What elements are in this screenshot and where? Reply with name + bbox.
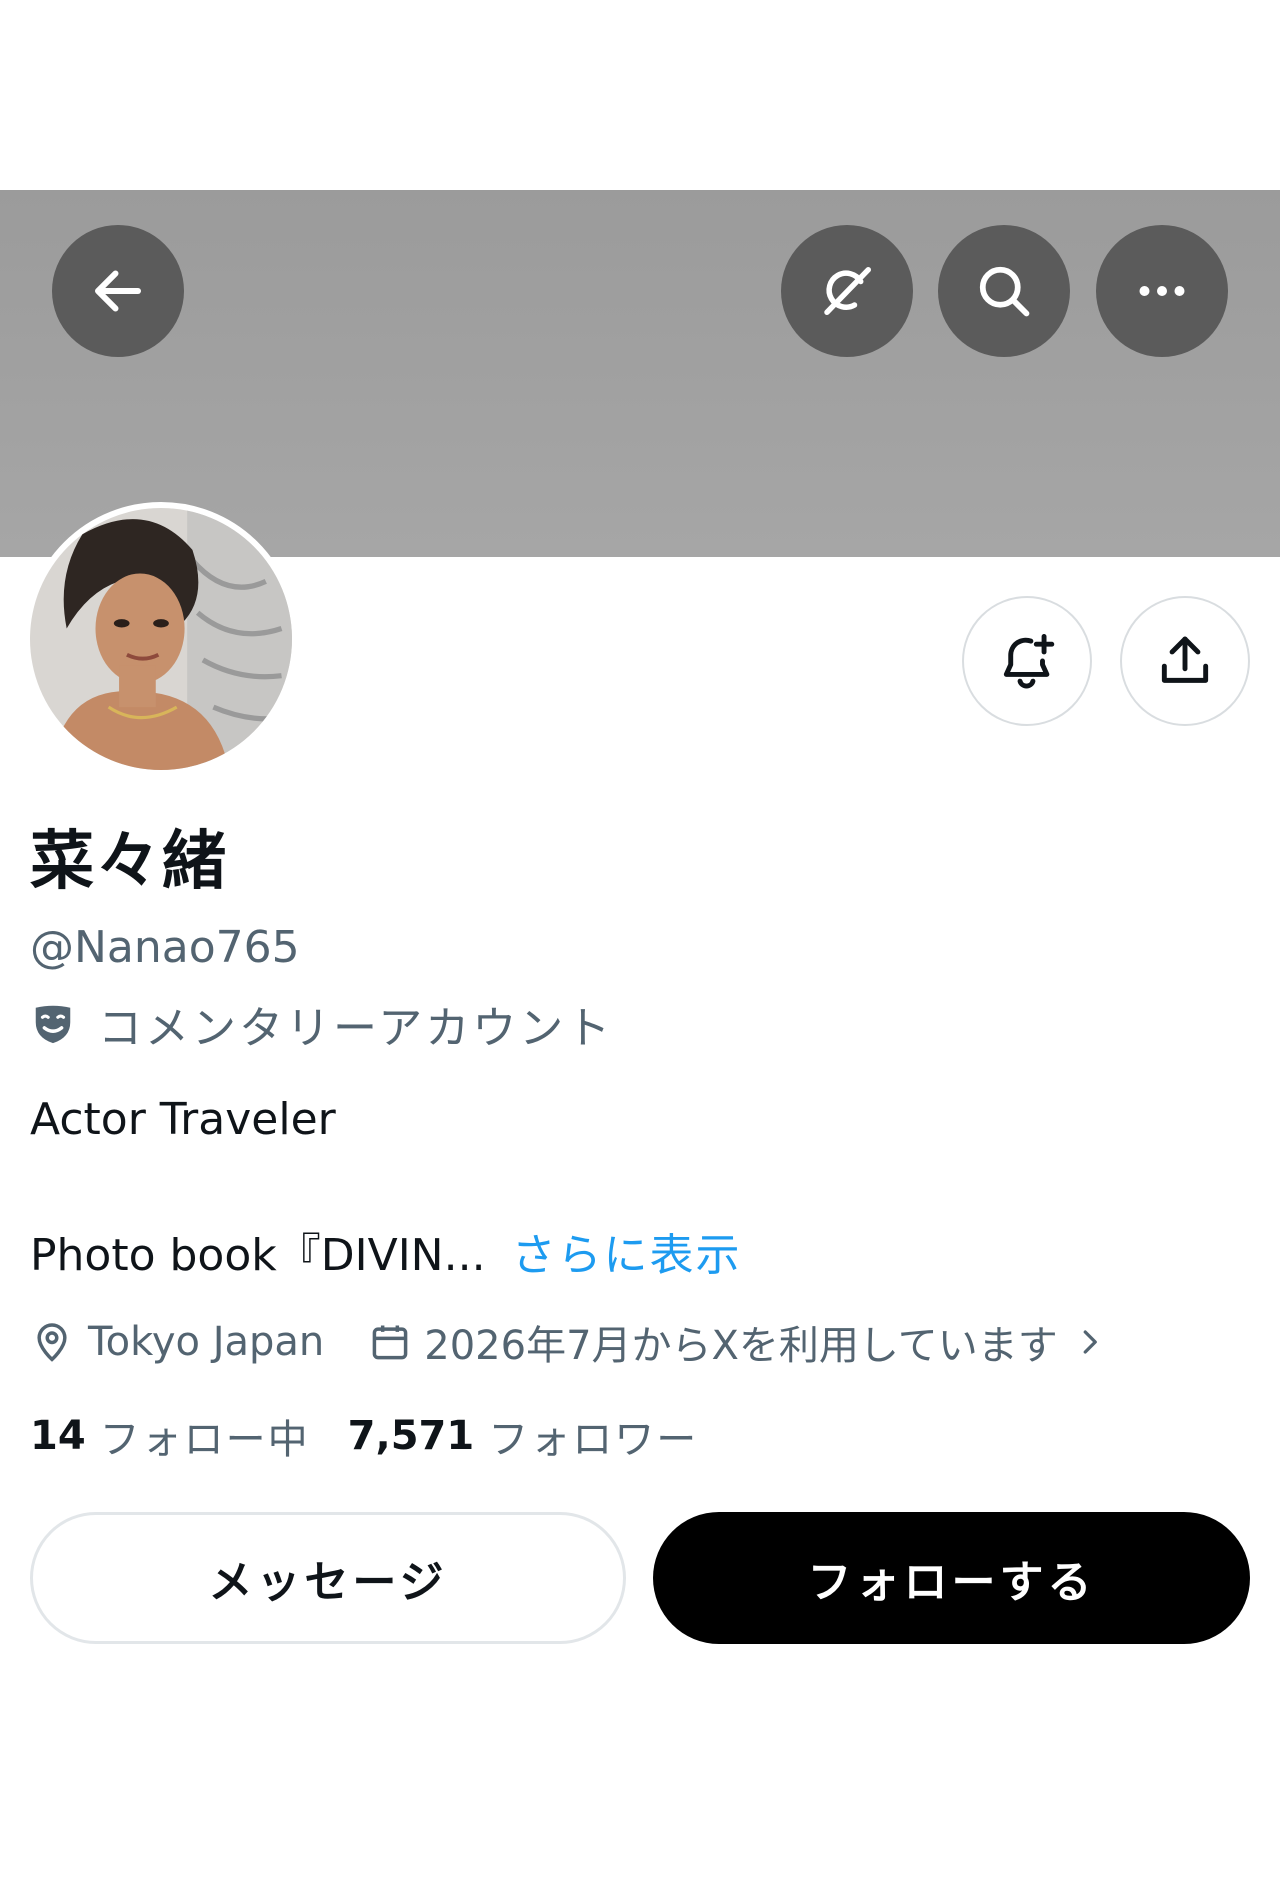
display-name: 菜々緒	[30, 825, 228, 899]
profile-meta: Tokyo Japan 2026年7月からXを利用しています	[30, 1314, 1104, 1370]
profile-page: 菜々緒 @Nanao765 コメンタリーアカウント Actor Traveler…	[0, 0, 1280, 1890]
back-button[interactable]	[52, 225, 184, 357]
bio-line-2: Photo book『DIVIN... さらに表示	[30, 1228, 742, 1283]
following-label: フォロー中	[99, 1417, 310, 1463]
location: Tokyo Japan	[30, 1319, 324, 1365]
show-more-link[interactable]: さらに表示	[512, 1228, 742, 1283]
search-icon	[979, 266, 1030, 317]
avatar[interactable]	[24, 502, 298, 776]
avatar-image	[30, 508, 292, 770]
share-upload-icon	[1161, 636, 1209, 683]
theater-mask-icon	[35, 1005, 71, 1044]
following-count: 14	[30, 1413, 86, 1459]
follow-button[interactable]: フォローする	[653, 1512, 1250, 1644]
more-button[interactable]	[1096, 225, 1228, 357]
follow-stats: 14 フォロー中 7,571 フォロワー	[30, 1408, 698, 1464]
joined-date[interactable]: 2026年7月からXを利用しています	[368, 1313, 1103, 1371]
search-button[interactable]	[938, 225, 1070, 357]
bell-plus-icon	[1003, 634, 1055, 689]
joined-text: 2026年7月からXを利用しています	[424, 1323, 1058, 1369]
commentary-account-label[interactable]: コメンタリーアカウント	[30, 996, 613, 1054]
chevron-right-icon	[1083, 1330, 1097, 1354]
share-button[interactable]	[1120, 596, 1250, 726]
followers-label: フォロワー	[488, 1417, 699, 1463]
more-horizontal-icon	[1139, 286, 1185, 296]
user-handle: @Nanao765	[30, 922, 300, 973]
followers-stat[interactable]: 7,571 フォロワー	[348, 1407, 699, 1465]
bio-line-2-text: Photo book『DIVIN...	[30, 1230, 486, 1281]
grok-button[interactable]	[781, 225, 913, 357]
calendar-icon	[372, 1325, 408, 1360]
arrow-left-icon	[95, 270, 141, 312]
bio-line-1: Actor Traveler	[30, 1094, 336, 1145]
message-button[interactable]: メッセージ	[30, 1512, 626, 1644]
profile-banner	[0, 190, 1280, 557]
following-stat[interactable]: 14 フォロー中	[30, 1407, 310, 1465]
top-blank-area	[0, 0, 1280, 190]
grok-icon	[824, 267, 871, 315]
label-text: コメンタリーアカウント	[98, 1003, 614, 1054]
notify-button[interactable]	[962, 596, 1092, 726]
location-text: Tokyo Japan	[88, 1319, 325, 1365]
location-pin-icon	[37, 1323, 67, 1362]
followers-count: 7,571	[347, 1413, 475, 1459]
